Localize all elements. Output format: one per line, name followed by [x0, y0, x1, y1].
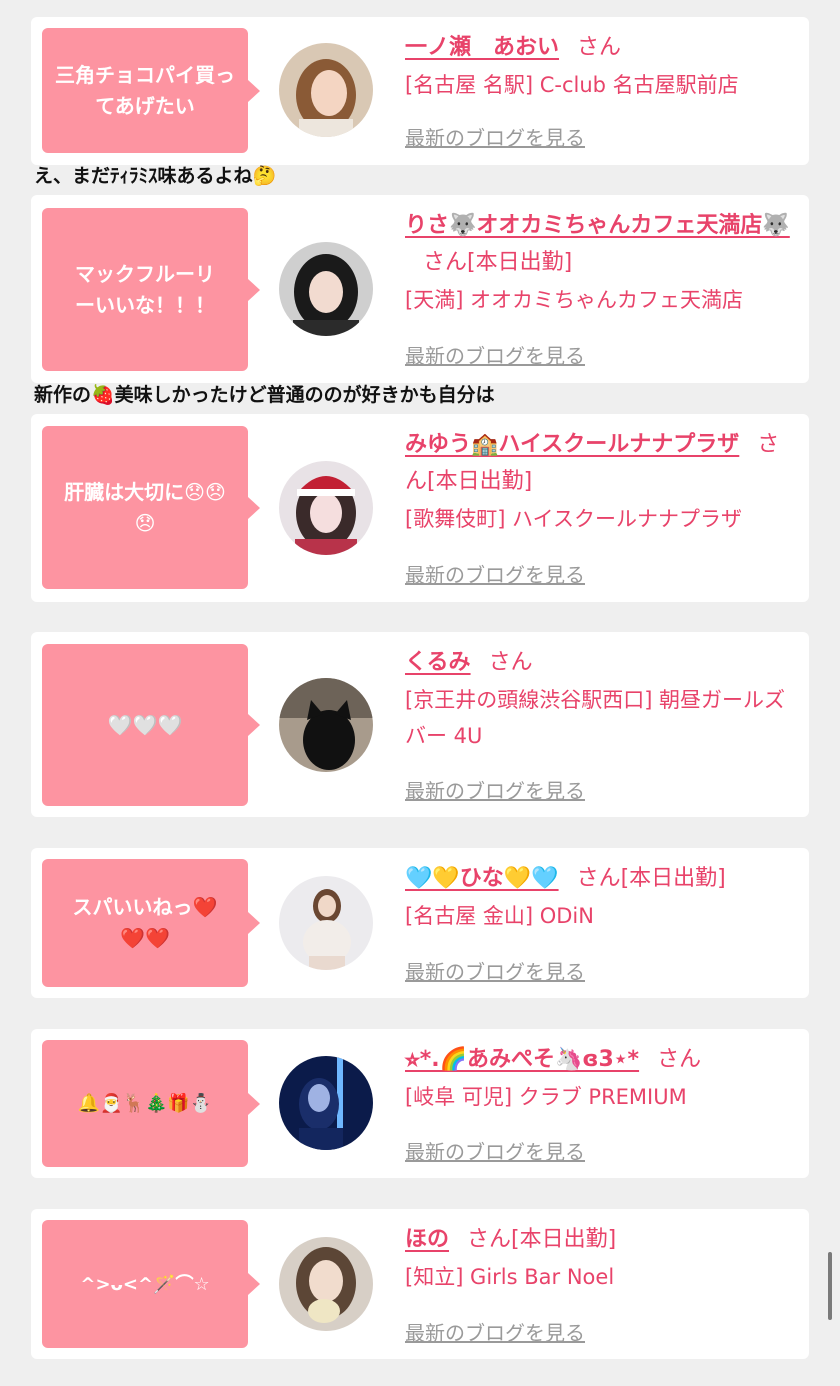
- status-badge: [本日出勤]: [511, 1227, 617, 1252]
- honorific: さん: [576, 866, 621, 891]
- honorific: さん: [577, 35, 622, 60]
- message-bubble: マックフルーリーいいな！！！: [42, 208, 260, 371]
- message-text: 🔔🎅🦌🎄🎁⛄: [77, 1093, 213, 1114]
- woman-neon-photo-avatar-icon: [279, 1056, 373, 1150]
- woman-photo-avatar-icon: [279, 876, 373, 970]
- blog-link[interactable]: 最新のブログを見る: [405, 122, 585, 151]
- entry-info: ⭐︎*.🌈あみぺそ🦄ɞ3⋆* さん [岐阜 可児] クラブ PREMIUM: [405, 1041, 799, 1115]
- shop-entry-card: 三角チョコパイ買ってあげたい 一ノ瀬 あおい さん [名古屋 名駅] C-club…: [31, 17, 809, 165]
- status-badge: [本日出勤]: [467, 250, 573, 275]
- shop-entry-card: 肝臓は大切に😞😞😞 みゆう🏫ハイスクールナナプラザ さん[本日出勤] [歌舞伎町]…: [31, 414, 809, 602]
- honorific: さん: [423, 250, 468, 275]
- woman-photo-avatar-icon: [279, 1237, 373, 1331]
- woman-santa-photo-avatar-icon: [279, 461, 373, 555]
- entry-info: 一ノ瀬 あおい さん [名古屋 名駅] C-club 名古屋駅前店: [405, 29, 799, 103]
- message-bubble: 肝臓は大切に😞😞😞: [42, 426, 260, 589]
- shop-entry-card: 🔔🎅🦌🎄🎁⛄ ⭐︎*.🌈あみぺそ🦄ɞ3⋆* さん [岐阜 可児] クラブ PREM…: [31, 1029, 809, 1178]
- status-badge: [本日出勤]: [620, 866, 726, 891]
- message-bubble: 🤍🤍🤍: [42, 644, 260, 806]
- honorific: さん: [467, 1227, 512, 1252]
- cast-name-link[interactable]: 一ノ瀬 あおい: [405, 35, 559, 60]
- cast-name-link[interactable]: みゆう🏫ハイスクールナナプラザ: [405, 432, 739, 457]
- message-text: マックフルーリーいいな！！！: [75, 261, 215, 317]
- scrollbar[interactable]: [828, 1252, 832, 1320]
- shop-name[interactable]: [京王井の頭線渋谷駅西口] 朝昼ガールズバー 4U: [405, 682, 799, 754]
- blog-link[interactable]: 最新のブログを見る: [405, 1317, 585, 1346]
- shop-name[interactable]: [歌舞伎町] ハイスクールナナプラザ: [405, 501, 799, 537]
- entry-info: みゆう🏫ハイスクールナナプラザ さん[本日出勤] [歌舞伎町] ハイスクールナナプ…: [405, 426, 799, 537]
- black-cat-photo-avatar-icon: [279, 678, 373, 772]
- blog-link[interactable]: 最新のブログを見る: [405, 956, 585, 985]
- message-bubble: 三角チョコパイ買ってあげたい: [42, 28, 260, 153]
- honorific: さん: [657, 1047, 702, 1072]
- message-text: 🤍🤍🤍: [107, 712, 183, 737]
- entry-info: りさ🐺オオカミちゃんカフェ天満店🐺 さん[本日出勤] [天満] オオカミちゃんカフ…: [405, 207, 799, 318]
- entry-info: くるみ さん [京王井の頭線渋谷駅西口] 朝昼ガールズバー 4U: [405, 644, 799, 754]
- blog-link[interactable]: 最新のブログを見る: [405, 559, 585, 588]
- comment-text: 新作の🍓美味しかったけど普通ののが好きかも自分は: [34, 384, 495, 406]
- message-bubble: ^>ᴗ<^🪄⌒☆: [42, 1220, 260, 1348]
- shop-name[interactable]: [岐阜 可児] クラブ PREMIUM: [405, 1079, 799, 1115]
- cast-name-link[interactable]: ほの: [405, 1227, 449, 1252]
- avatar[interactable]: [279, 1237, 373, 1331]
- blog-link[interactable]: 最新のブログを見る: [405, 340, 585, 369]
- entry-info: 🩵💛ひな💛🩵 さん[本日出勤] [名古屋 金山] ODiN: [405, 860, 799, 934]
- blog-link[interactable]: 最新のブログを見る: [405, 775, 585, 804]
- comment-text: え、まだﾃｨﾗﾐｽ味あるよね🤔: [34, 165, 277, 187]
- message-text: スパいいねっ❤️❤️❤️: [72, 895, 218, 950]
- woman-photo-avatar-icon: [279, 43, 373, 137]
- avatar[interactable]: [279, 876, 373, 970]
- blog-link[interactable]: 最新のブログを見る: [405, 1136, 585, 1165]
- avatar[interactable]: [279, 1056, 373, 1150]
- message-text: 三角チョコパイ買ってあげたい: [55, 62, 235, 118]
- shop-name[interactable]: [名古屋 名駅] C-club 名古屋駅前店: [405, 67, 799, 103]
- shop-name[interactable]: [天満] オオカミちゃんカフェ天満店: [405, 282, 799, 318]
- message-text: 肝臓は大切に😞😞😞: [64, 479, 226, 535]
- shop-entry-card: マックフルーリーいいな！！！ りさ🐺オオカミちゃんカフェ天満店🐺 さん[本日出勤]…: [31, 195, 809, 383]
- entry-info: ほの さん[本日出勤] [知立] Girls Bar Noel: [405, 1221, 799, 1295]
- message-bubble: 🔔🎅🦌🎄🎁⛄: [42, 1040, 260, 1167]
- cast-name-link[interactable]: 🩵💛ひな💛🩵: [405, 866, 559, 891]
- cast-name-link[interactable]: ⭐︎*.🌈あみぺそ🦄ɞ3⋆*: [405, 1047, 639, 1072]
- shop-name[interactable]: [知立] Girls Bar Noel: [405, 1259, 799, 1295]
- message-bubble: スパいいねっ❤️❤️❤️: [42, 859, 260, 987]
- cast-name-link[interactable]: りさ🐺オオカミちゃんカフェ天満店🐺: [405, 213, 790, 238]
- message-text: ^>ᴗ<^🪄⌒☆: [80, 1273, 210, 1295]
- cast-name-link[interactable]: くるみ: [405, 650, 471, 675]
- honorific: さん: [488, 650, 533, 675]
- avatar[interactable]: [279, 242, 373, 336]
- avatar[interactable]: [279, 461, 373, 555]
- shop-entry-card: スパいいねっ❤️❤️❤️ 🩵💛ひな💛🩵 さん[本日出勤] [名古屋 金山] ODi…: [31, 848, 809, 998]
- woman-photo-avatar-icon: [279, 242, 373, 336]
- avatar[interactable]: [279, 678, 373, 772]
- avatar[interactable]: [279, 43, 373, 137]
- shop-name[interactable]: [名古屋 金山] ODiN: [405, 898, 799, 934]
- shop-entry-card: ^>ᴗ<^🪄⌒☆ ほの さん[本日出勤] [知立] Girls Bar Noel …: [31, 1209, 809, 1359]
- shop-entry-card: 🤍🤍🤍 くるみ さん [京王井の頭線渋谷駅西口] 朝昼ガールズバー 4U 最新のブ…: [31, 632, 809, 817]
- status-badge: [本日出勤]: [427, 469, 533, 494]
